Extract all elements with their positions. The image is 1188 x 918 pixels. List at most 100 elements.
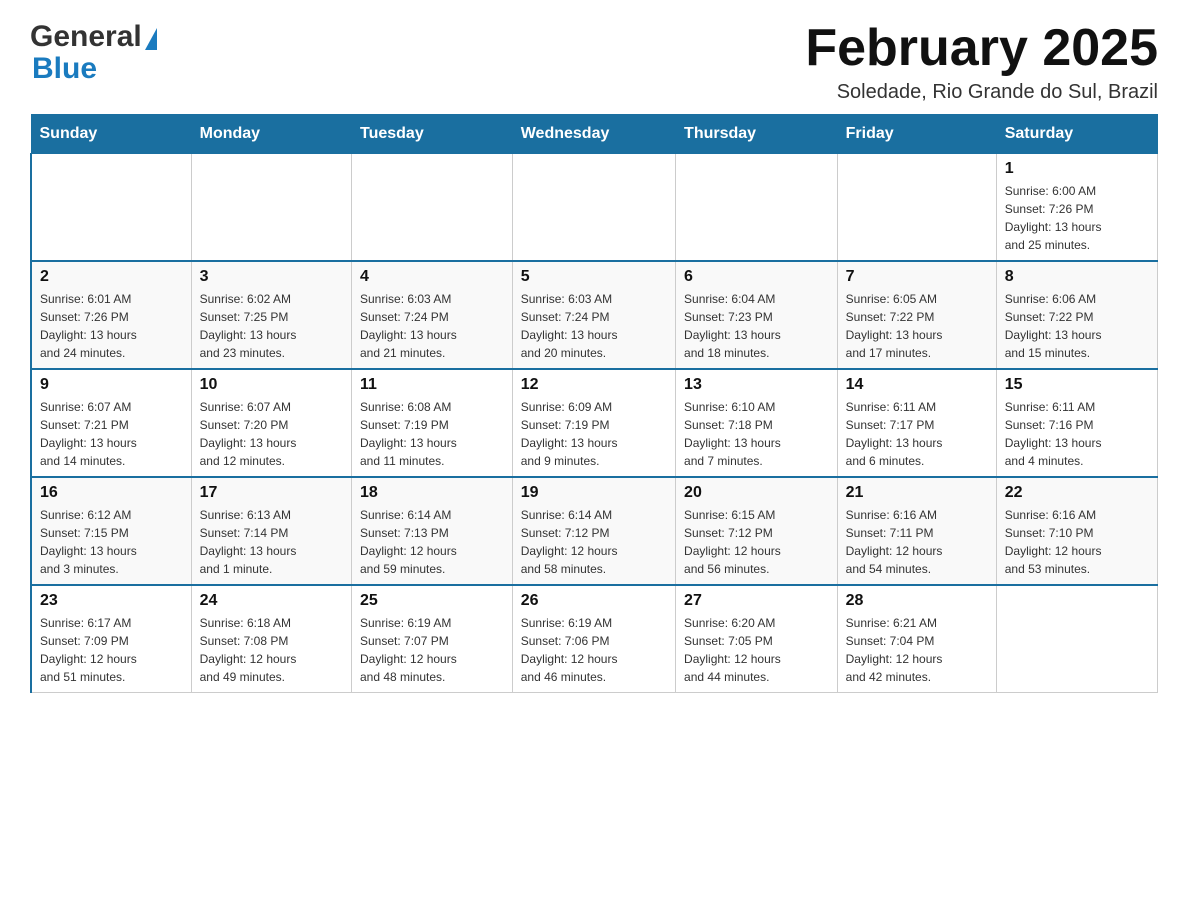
day-number: 1 xyxy=(1005,160,1149,178)
day-info: Sunrise: 6:02 AM Sunset: 7:25 PM Dayligh… xyxy=(200,290,343,362)
day-number: 27 xyxy=(684,592,829,610)
calendar-cell: 27 Sunrise: 6:20 AM Sunset: 7:05 PM Dayli… xyxy=(676,585,838,693)
calendar-week-2: 2 Sunrise: 6:01 AM Sunset: 7:26 PM Daylig… xyxy=(31,261,1158,369)
day-number: 22 xyxy=(1005,484,1149,502)
day-info: Sunrise: 6:15 AM Sunset: 7:12 PM Dayligh… xyxy=(684,506,829,578)
day-info: Sunrise: 6:08 AM Sunset: 7:19 PM Dayligh… xyxy=(360,398,504,470)
calendar-cell: 15Sunrise: 6:11 AM Sunset: 7:16 PM Dayli… xyxy=(996,369,1157,477)
calendar-week-4: 16 Sunrise: 6:12 AM Sunset: 7:15 PM Dayli… xyxy=(31,477,1158,585)
day-info: Sunrise: 6:10 AM Sunset: 7:18 PM Dayligh… xyxy=(684,398,829,470)
day-info: Sunrise: 6:17 AM Sunset: 7:09 PM Dayligh… xyxy=(40,614,183,686)
day-number: 10 xyxy=(200,376,343,394)
day-info: Sunrise: 6:00 AM Sunset: 7:26 PM Dayligh… xyxy=(1005,182,1149,254)
day-info: Sunrise: 6:07 AM Sunset: 7:20 PM Dayligh… xyxy=(200,398,343,470)
day-info: Sunrise: 6:03 AM Sunset: 7:24 PM Dayligh… xyxy=(521,290,667,362)
day-number: 9 xyxy=(40,376,183,394)
calendar-cell: 20 Sunrise: 6:15 AM Sunset: 7:12 PM Dayli… xyxy=(676,477,838,585)
calendar-week-1: 1 Sunrise: 6:00 AM Sunset: 7:26 PM Daylig… xyxy=(31,154,1158,262)
calendar-cell: 11 Sunrise: 6:08 AM Sunset: 7:19 PM Dayli… xyxy=(352,369,513,477)
logo-blue-text: Blue xyxy=(32,52,97,86)
calendar-week-3: 9 Sunrise: 6:07 AM Sunset: 7:21 PM Daylig… xyxy=(31,369,1158,477)
day-number: 8 xyxy=(1005,268,1149,286)
calendar-cell: 13 Sunrise: 6:10 AM Sunset: 7:18 PM Dayli… xyxy=(676,369,838,477)
calendar-table: Sunday Monday Tuesday Wednesday Thursday… xyxy=(30,114,1158,693)
calendar-cell: 6 Sunrise: 6:04 AM Sunset: 7:23 PM Daylig… xyxy=(676,261,838,369)
day-number: 7 xyxy=(846,268,988,286)
day-info: Sunrise: 6:12 AM Sunset: 7:15 PM Dayligh… xyxy=(40,506,183,578)
calendar-cell: 4 Sunrise: 6:03 AM Sunset: 7:24 PM Daylig… xyxy=(352,261,513,369)
page-header: General Blue February 2025 Soledade, Rio… xyxy=(30,20,1158,104)
calendar-cell: 23 Sunrise: 6:17 AM Sunset: 7:09 PM Dayli… xyxy=(31,585,191,693)
day-info: Sunrise: 6:01 AM Sunset: 7:26 PM Dayligh… xyxy=(40,290,183,362)
month-title: February 2025 xyxy=(805,20,1158,77)
logo-general-text: General xyxy=(30,20,142,54)
title-section: February 2025 Soledade, Rio Grande do Su… xyxy=(805,20,1158,104)
calendar-cell: 2 Sunrise: 6:01 AM Sunset: 7:26 PM Daylig… xyxy=(31,261,191,369)
calendar-cell: 21 Sunrise: 6:16 AM Sunset: 7:11 PM Dayli… xyxy=(837,477,996,585)
calendar-cell: 19 Sunrise: 6:14 AM Sunset: 7:12 PM Dayli… xyxy=(512,477,675,585)
day-number: 15 xyxy=(1005,376,1149,394)
calendar-cell: 17 Sunrise: 6:13 AM Sunset: 7:14 PM Dayli… xyxy=(191,477,351,585)
day-number: 21 xyxy=(846,484,988,502)
day-info: Sunrise: 6:16 AM Sunset: 7:11 PM Dayligh… xyxy=(846,506,988,578)
calendar-cell xyxy=(996,585,1157,693)
calendar-cell: 28 Sunrise: 6:21 AM Sunset: 7:04 PM Dayli… xyxy=(837,585,996,693)
day-info: Sunrise: 6:14 AM Sunset: 7:12 PM Dayligh… xyxy=(521,506,667,578)
calendar-cell: 18 Sunrise: 6:14 AM Sunset: 7:13 PM Dayli… xyxy=(352,477,513,585)
day-info: Sunrise: 6:06 AM Sunset: 7:22 PM Dayligh… xyxy=(1005,290,1149,362)
day-info: Sunrise: 6:19 AM Sunset: 7:07 PM Dayligh… xyxy=(360,614,504,686)
day-number: 23 xyxy=(40,592,183,610)
day-number: 28 xyxy=(846,592,988,610)
calendar-week-5: 23 Sunrise: 6:17 AM Sunset: 7:09 PM Dayli… xyxy=(31,585,1158,693)
calendar-cell xyxy=(512,154,675,262)
calendar-cell xyxy=(837,154,996,262)
calendar-cell: 16 Sunrise: 6:12 AM Sunset: 7:15 PM Dayli… xyxy=(31,477,191,585)
day-info: Sunrise: 6:05 AM Sunset: 7:22 PM Dayligh… xyxy=(846,290,988,362)
day-number: 13 xyxy=(684,376,829,394)
logo-triangle-icon xyxy=(145,28,157,50)
day-number: 17 xyxy=(200,484,343,502)
day-info: Sunrise: 6:16 AM Sunset: 7:10 PM Dayligh… xyxy=(1005,506,1149,578)
day-number: 6 xyxy=(684,268,829,286)
col-friday: Friday xyxy=(837,115,996,154)
day-number: 14 xyxy=(846,376,988,394)
day-number: 20 xyxy=(684,484,829,502)
day-number: 24 xyxy=(200,592,343,610)
col-wednesday: Wednesday xyxy=(512,115,675,154)
day-info: Sunrise: 6:11 AM Sunset: 7:17 PM Dayligh… xyxy=(846,398,988,470)
day-number: 16 xyxy=(40,484,183,502)
day-number: 5 xyxy=(521,268,667,286)
calendar-cell: 12Sunrise: 6:09 AM Sunset: 7:19 PM Dayli… xyxy=(512,369,675,477)
calendar-cell: 9 Sunrise: 6:07 AM Sunset: 7:21 PM Daylig… xyxy=(31,369,191,477)
day-number: 2 xyxy=(40,268,183,286)
calendar-cell: 8 Sunrise: 6:06 AM Sunset: 7:22 PM Daylig… xyxy=(996,261,1157,369)
day-number: 25 xyxy=(360,592,504,610)
col-tuesday: Tuesday xyxy=(352,115,513,154)
day-number: 18 xyxy=(360,484,504,502)
day-info: Sunrise: 6:04 AM Sunset: 7:23 PM Dayligh… xyxy=(684,290,829,362)
day-info: Sunrise: 6:14 AM Sunset: 7:13 PM Dayligh… xyxy=(360,506,504,578)
day-info: Sunrise: 6:18 AM Sunset: 7:08 PM Dayligh… xyxy=(200,614,343,686)
calendar-cell: 26Sunrise: 6:19 AM Sunset: 7:06 PM Dayli… xyxy=(512,585,675,693)
col-saturday: Saturday xyxy=(996,115,1157,154)
calendar-cell: 25 Sunrise: 6:19 AM Sunset: 7:07 PM Dayli… xyxy=(352,585,513,693)
day-number: 11 xyxy=(360,376,504,394)
day-number: 12 xyxy=(521,376,667,394)
day-info: Sunrise: 6:20 AM Sunset: 7:05 PM Dayligh… xyxy=(684,614,829,686)
day-number: 19 xyxy=(521,484,667,502)
calendar-header-row: Sunday Monday Tuesday Wednesday Thursday… xyxy=(31,115,1158,154)
calendar-cell xyxy=(352,154,513,262)
day-info: Sunrise: 6:07 AM Sunset: 7:21 PM Dayligh… xyxy=(40,398,183,470)
day-number: 3 xyxy=(200,268,343,286)
day-number: 4 xyxy=(360,268,504,286)
calendar-cell xyxy=(191,154,351,262)
calendar-cell: 22 Sunrise: 6:16 AM Sunset: 7:10 PM Dayli… xyxy=(996,477,1157,585)
day-info: Sunrise: 6:03 AM Sunset: 7:24 PM Dayligh… xyxy=(360,290,504,362)
calendar-cell xyxy=(31,154,191,262)
day-info: Sunrise: 6:21 AM Sunset: 7:04 PM Dayligh… xyxy=(846,614,988,686)
calendar-cell: 1 Sunrise: 6:00 AM Sunset: 7:26 PM Daylig… xyxy=(996,154,1157,262)
calendar-cell xyxy=(676,154,838,262)
col-sunday: Sunday xyxy=(31,115,191,154)
logo: General Blue xyxy=(30,20,157,86)
day-info: Sunrise: 6:13 AM Sunset: 7:14 PM Dayligh… xyxy=(200,506,343,578)
